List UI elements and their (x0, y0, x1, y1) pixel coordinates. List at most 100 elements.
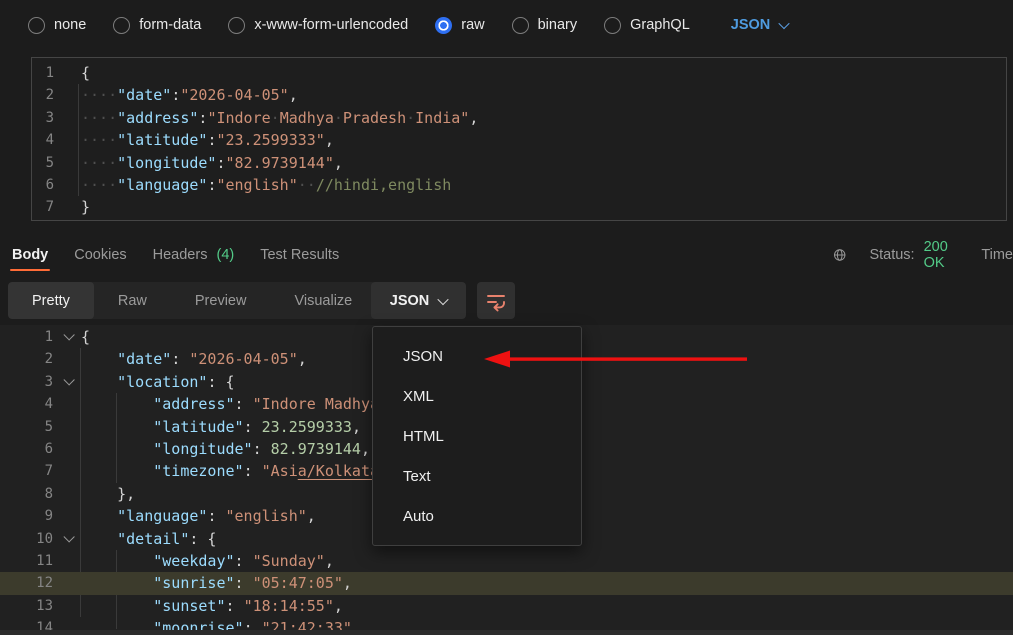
tab-body[interactable]: Body (10, 235, 50, 275)
response-tabs: Body Cookies Headers (4) Test Results (10, 232, 341, 278)
body-type-radio-form-data[interactable]: form-data (113, 17, 201, 34)
line-number: 1 (0, 326, 55, 348)
line-number: 5 (32, 152, 54, 174)
code-line[interactable]: 11 "weekday": "Sunday", (0, 550, 1013, 572)
body-type-radio-none[interactable]: none (28, 17, 86, 34)
radio-label: form-data (139, 17, 201, 33)
code-line[interactable]: 14 "moonrise": "21:42:33", (0, 617, 1013, 630)
code-line[interactable]: 4····"latitude":"23.2599333", (32, 129, 1006, 151)
tab-headers[interactable]: Headers (4) (151, 235, 237, 275)
line-number: 14 (0, 617, 55, 630)
radio-unchecked-icon[interactable] (28, 17, 45, 34)
line-number: 2 (32, 84, 54, 106)
code-text: { (81, 62, 1006, 84)
menu-item-text[interactable]: Text (373, 457, 581, 497)
response-status-area: Status: 200 OK Time (833, 232, 1013, 278)
line-number: 6 (0, 438, 55, 460)
chevron-down-icon (438, 293, 449, 304)
line-number: 5 (0, 416, 55, 438)
code-text: "sunrise": "05:47:05", (79, 572, 1013, 594)
radio-label: x-www-form-urlencoded (254, 17, 408, 33)
line-number: 6 (32, 174, 54, 196)
fold-slot (55, 393, 79, 415)
headers-count-badge: (4) (216, 247, 234, 263)
response-meta-bar: Body Cookies Headers (4) Test Results St… (0, 232, 1013, 278)
code-line[interactable]: 1{ (32, 62, 1006, 84)
radio-unchecked-icon[interactable] (113, 17, 130, 34)
view-tab-preview[interactable]: Preview (171, 282, 271, 319)
fold-slot (54, 62, 81, 84)
fold-slot (55, 438, 79, 460)
request-body-type-bar: none form-data x-www-form-urlencoded raw… (0, 0, 1013, 50)
fold-slot (55, 505, 79, 527)
code-line[interactable]: 7} (32, 196, 1006, 218)
tab-label: Cookies (74, 247, 126, 263)
chevron-down-icon (779, 18, 790, 29)
line-number: 8 (0, 483, 55, 505)
red-annotation-arrow (484, 347, 750, 371)
fold-slot (54, 129, 81, 151)
menu-item-html[interactable]: HTML (373, 417, 581, 457)
horizontal-scrollbar-track[interactable] (0, 630, 1013, 635)
fold-slot (55, 550, 79, 572)
view-tab-raw[interactable]: Raw (94, 282, 171, 319)
fold-slot (54, 196, 81, 218)
tab-label: Test Results (260, 247, 339, 263)
fold-slot (55, 416, 79, 438)
line-number: 4 (0, 393, 55, 415)
code-text: "sunset": "18:14:55", (79, 595, 1013, 617)
wrap-text-icon (485, 290, 507, 312)
tab-label: Headers (153, 247, 208, 263)
code-line[interactable]: 12 "sunrise": "05:47:05", (0, 572, 1013, 594)
fold-chevron-icon[interactable] (63, 374, 74, 385)
line-number: 3 (0, 371, 55, 393)
line-number: 7 (0, 460, 55, 482)
body-type-radio-graphql[interactable]: GraphQL (604, 17, 690, 34)
code-text: ····"latitude":"23.2599333", (81, 129, 1006, 151)
fold-slot (54, 174, 81, 196)
globe-icon[interactable] (833, 246, 846, 264)
radio-label: raw (461, 17, 484, 33)
line-number: 13 (0, 595, 55, 617)
response-format-dropdown[interactable]: JSON (371, 282, 466, 319)
request-language-dropdown[interactable]: JSON (731, 17, 789, 33)
code-line[interactable]: 2····"date":"2026-04-05", (32, 84, 1006, 106)
tab-test-results[interactable]: Test Results (258, 235, 341, 275)
view-tab-pretty[interactable]: Pretty (8, 282, 94, 319)
fold-slot (55, 595, 79, 617)
code-text: "moonrise": "21:42:33", (79, 617, 1013, 630)
line-number: 3 (32, 107, 54, 129)
body-type-radio-binary[interactable]: binary (512, 17, 578, 34)
fold-slot (55, 483, 79, 505)
code-line[interactable]: 3····"address":"Indore·Madhya·Pradesh·In… (32, 107, 1006, 129)
menu-item-auto[interactable]: Auto (373, 497, 581, 537)
code-text: "weekday": "Sunday", (79, 550, 1013, 572)
view-tab-group: Pretty Raw Preview Visualize (8, 282, 376, 319)
view-tab-visualize[interactable]: Visualize (270, 282, 376, 319)
code-line[interactable]: 13 "sunset": "18:14:55", (0, 595, 1013, 617)
body-type-radio-urlencoded[interactable]: x-www-form-urlencoded (228, 17, 408, 34)
time-label: Time (981, 247, 1013, 263)
fold-slot (55, 326, 79, 348)
line-number: 12 (0, 572, 55, 594)
api-client-window: none form-data x-www-form-urlencoded raw… (0, 0, 1013, 635)
line-number: 10 (0, 528, 55, 550)
view-tab-label: Visualize (294, 293, 352, 309)
tab-label: Body (12, 247, 48, 263)
code-text: ····"longitude":"82.9739144", (81, 152, 1006, 174)
tab-cookies[interactable]: Cookies (72, 235, 128, 275)
radio-unchecked-icon[interactable] (228, 17, 245, 34)
code-line[interactable]: 6····"language":"english"··//hindi,engli… (32, 174, 1006, 196)
fold-slot (54, 84, 81, 106)
fold-slot (55, 348, 79, 370)
code-line[interactable]: 5 ····"longitude":"82.9739144", (32, 152, 1006, 174)
menu-item-xml[interactable]: XML (373, 377, 581, 417)
request-body-editor[interactable]: 1{2····"date":"2026-04-05",3····"address… (31, 57, 1007, 221)
radio-unchecked-icon[interactable] (604, 17, 621, 34)
fold-chevron-icon[interactable] (63, 329, 74, 340)
fold-chevron-icon[interactable] (63, 531, 74, 542)
wrap-text-button[interactable] (477, 282, 515, 319)
body-type-radio-raw[interactable]: raw (435, 17, 484, 34)
radio-unchecked-icon[interactable] (512, 17, 529, 34)
radio-checked-icon[interactable] (435, 17, 452, 34)
